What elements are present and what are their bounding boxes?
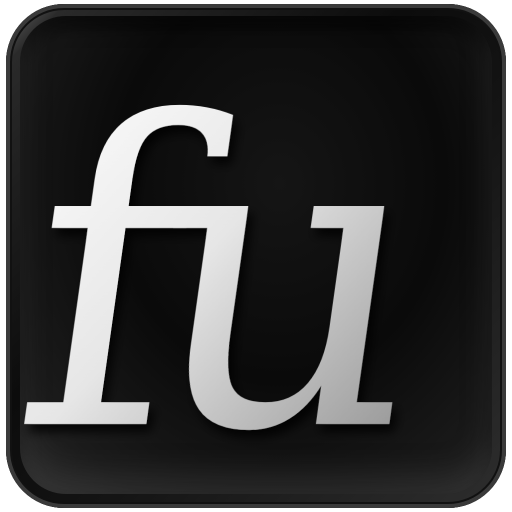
fu-logo: fu: [6, 34, 445, 508]
app-icon[interactable]: fu: [6, 4, 506, 508]
logo-text: fu: [6, 34, 445, 508]
